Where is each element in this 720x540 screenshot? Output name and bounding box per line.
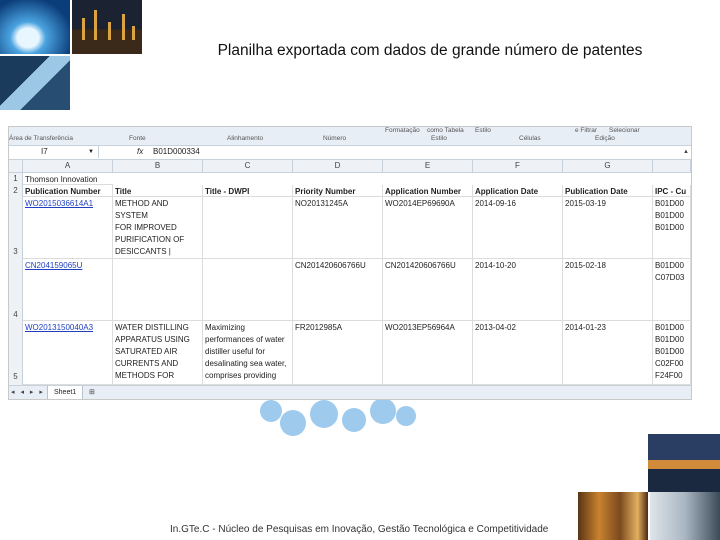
column-header[interactable]: F (473, 160, 563, 172)
title-dwpi-cell[interactable] (203, 197, 293, 259)
application-number-cell[interactable]: WO2013EP56964A (383, 321, 473, 385)
fx-icon[interactable]: fx (137, 146, 143, 158)
row-number[interactable]: 2 (9, 185, 23, 197)
header-cell[interactable]: Application Number (383, 185, 473, 197)
column-header[interactable]: A (23, 160, 113, 172)
publication-number-link[interactable]: WO2015036614A1 (23, 197, 113, 259)
application-number-cell[interactable]: CN201420606766U (383, 259, 473, 321)
oil-platform-photo (648, 434, 720, 492)
ipc-cell[interactable]: B01D00 B01D00 B01D00 (653, 197, 691, 259)
title-cell[interactable]: METHOD AND SYSTEM FOR IMPROVED PURIFICAT… (113, 197, 203, 259)
title-dwpi-cell[interactable]: Maximizing performances of water distill… (203, 321, 293, 385)
column-header[interactable]: B (113, 160, 203, 172)
title-cell[interactable] (113, 259, 203, 321)
application-date-cell[interactable]: 2013-04-02 (473, 321, 563, 385)
application-number-cell[interactable]: WO2014EP69690A (383, 197, 473, 259)
decorative-bubbles (250, 396, 420, 442)
select-all-corner[interactable] (9, 160, 23, 172)
priority-number-cell[interactable]: NO20131245A (293, 197, 383, 259)
header-cell[interactable]: Title - DWPI (203, 185, 293, 197)
ribbon-group-top[interactable]: Selecionar (609, 127, 640, 134)
priority-number-cell[interactable]: CN201420606766U (293, 259, 383, 321)
slide-title: Planilha exportada com dados de grande n… (217, 42, 643, 59)
column-header[interactable]: D (293, 160, 383, 172)
publication-date-cell[interactable]: 2015-03-19 (563, 197, 653, 259)
publication-number-link[interactable]: CN204159065U (23, 259, 113, 321)
ribbon-group-top[interactable]: Estilo (475, 127, 491, 134)
column-header[interactable]: C (203, 160, 293, 172)
application-date-cell[interactable]: 2014-09-16 (473, 197, 563, 259)
formula-input[interactable]: B01D000334 (153, 146, 200, 158)
chevron-down-icon[interactable]: ▼ (88, 146, 94, 158)
ribbon-group-label: Estilo (431, 135, 447, 142)
ribbon: Formatação como Tabela Estilo e Filtrar … (9, 127, 691, 146)
formula-bar: I7 ▼ fx B01D000334 ▲ (9, 146, 691, 160)
insert-sheet-icon[interactable]: ⊞ (89, 386, 95, 399)
header-cell[interactable]: Title (113, 185, 203, 197)
row-number[interactable]: 4 (9, 259, 23, 321)
lab-pipette-photo (0, 56, 70, 110)
header-cell[interactable]: IPC - Cu (653, 185, 691, 197)
spreadsheet-screenshot: Formatação como Tabela Estilo e Filtrar … (8, 126, 692, 400)
header-cell[interactable]: Application Date (473, 185, 563, 197)
title-dwpi-cell[interactable] (203, 259, 293, 321)
scientist-microscope-photo (650, 492, 720, 540)
header-cell[interactable]: Publication Number (23, 185, 113, 197)
publication-number-link[interactable]: WO2013150040A3 (23, 321, 113, 385)
application-date-cell[interactable]: 2014-10-20 (473, 259, 563, 321)
sheet-nav-arrows[interactable]: ◂ ◂ ▸ ▸ (11, 386, 45, 399)
publication-date-cell[interactable]: 2015-02-18 (563, 259, 653, 321)
row-number[interactable]: 3 (9, 197, 23, 259)
ipc-cell[interactable]: B01D00 C07D03 (653, 259, 691, 321)
header-cell[interactable]: Priority Number (293, 185, 383, 197)
sheet-tab-bar: ◂ ◂ ▸ ▸ Sheet1 ⊞ (9, 385, 691, 399)
ribbon-group-top[interactable]: como Tabela (427, 127, 464, 134)
ribbon-group-label: Alinhamento (227, 135, 264, 142)
publication-date-cell[interactable]: 2014-01-23 (563, 321, 653, 385)
refinery-night-photo (72, 0, 142, 54)
row-number[interactable]: 1 (9, 173, 23, 185)
ribbon-group-top[interactable]: e Filtrar (575, 127, 597, 134)
ribbon-group-label: Edição (595, 135, 615, 142)
title-cell[interactable]: WATER DISTILLING APPARATUS USING SATURAT… (113, 321, 203, 385)
column-header[interactable]: E (383, 160, 473, 172)
water-drop-photo (0, 0, 70, 54)
row-number[interactable]: 5 (9, 321, 23, 385)
column-headers: A B C D E F G (9, 160, 691, 173)
lab-vials-photo (578, 492, 648, 540)
footer-text: In.GTe.C - Núcleo de Pesquisas em Inovaç… (170, 524, 549, 535)
ribbon-group-top[interactable]: Formatação (385, 127, 420, 134)
scroll-up-icon[interactable]: ▲ (681, 146, 691, 158)
ribbon-group-label: Área de Transferência (9, 135, 73, 142)
name-box-value: I7 (41, 147, 48, 156)
ribbon-group-label: Fonte (129, 135, 146, 142)
column-header[interactable] (653, 160, 691, 172)
ipc-cell[interactable]: B01D00 B01D00 B01D00 C02F00 F24F00 (653, 321, 691, 385)
ribbon-group-label: Células (519, 135, 541, 142)
header-cell[interactable]: Publication Date (563, 185, 653, 197)
ribbon-group-label: Número (323, 135, 347, 142)
cell-a1[interactable]: Thomson Innovation (23, 173, 113, 185)
column-header[interactable]: G (563, 160, 653, 172)
priority-number-cell[interactable]: FR2012985A (293, 321, 383, 385)
sheet-tab[interactable]: Sheet1 (47, 386, 84, 399)
name-box[interactable]: I7 ▼ (9, 146, 99, 158)
